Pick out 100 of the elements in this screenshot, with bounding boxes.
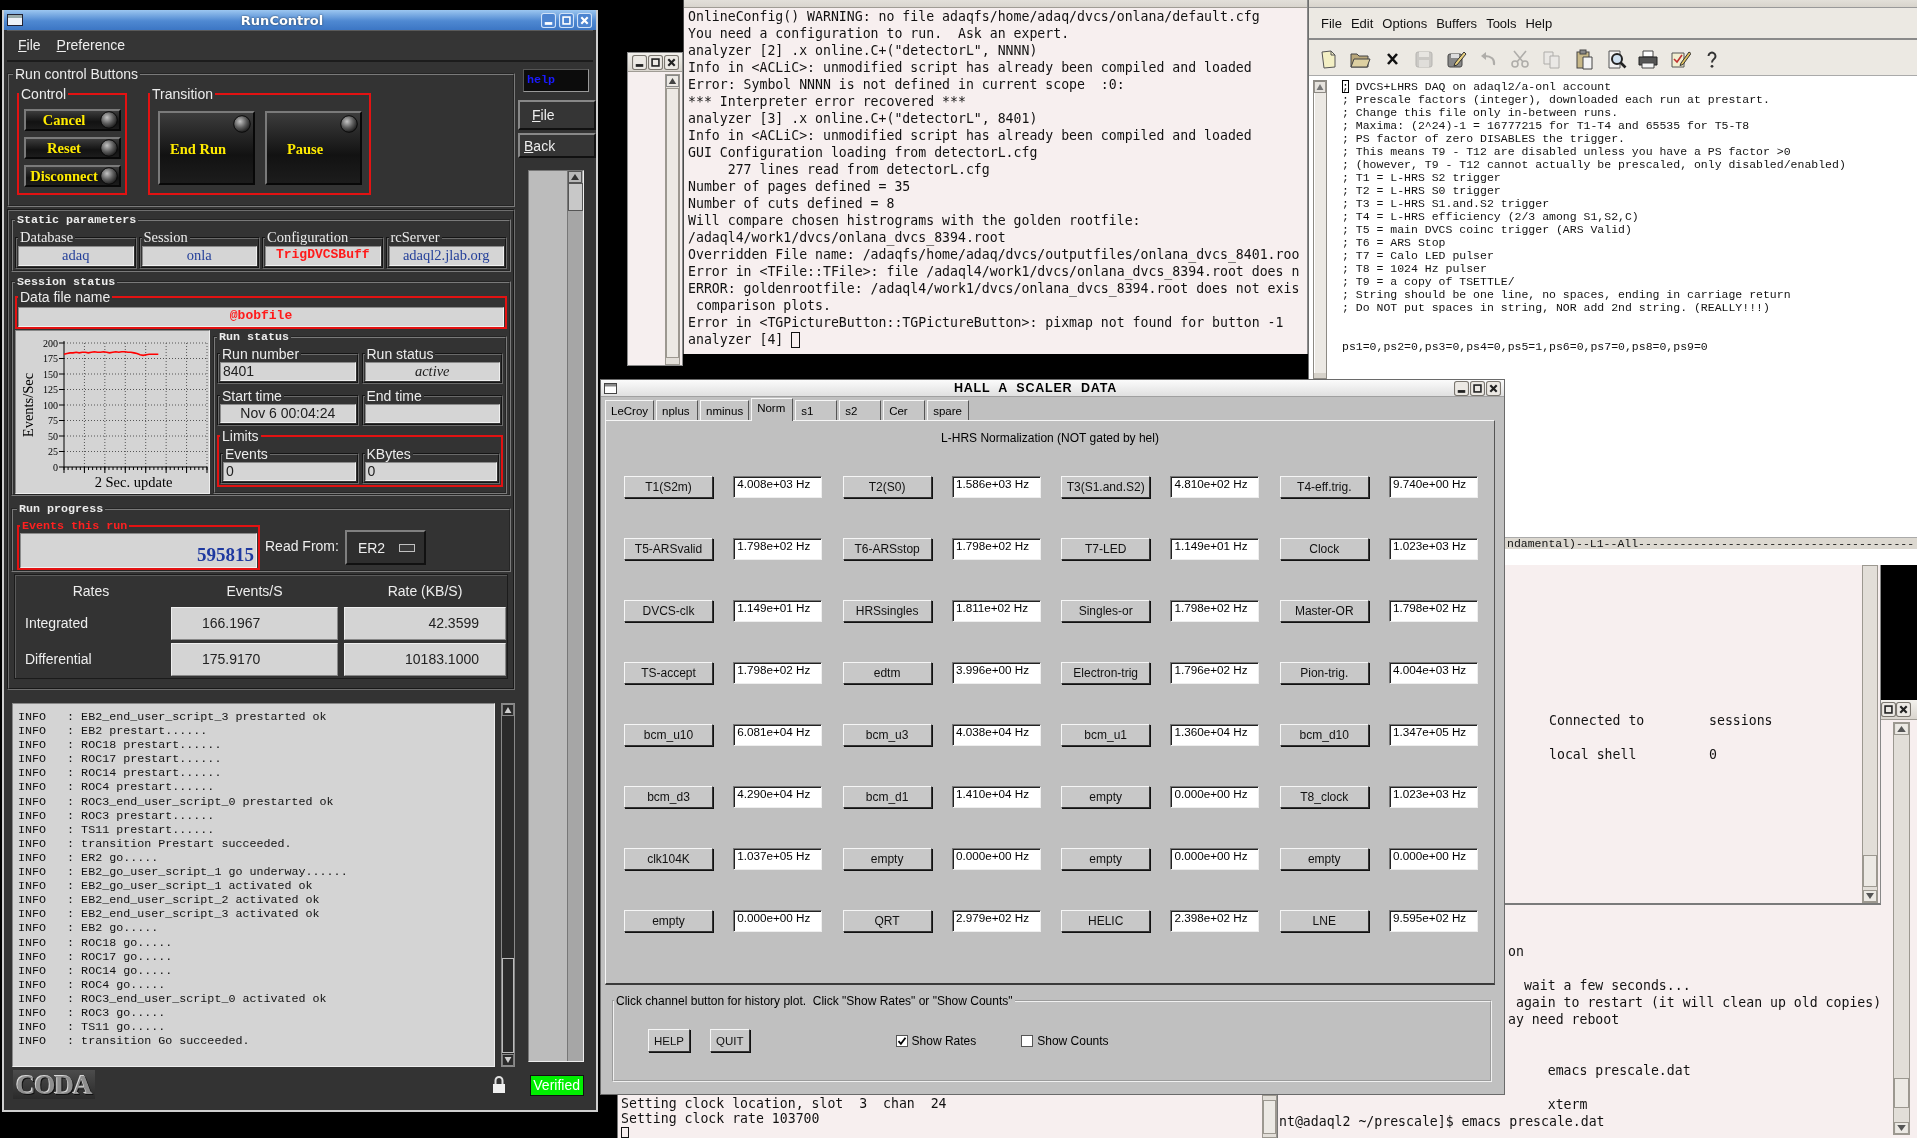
close-icon[interactable]	[664, 54, 679, 70]
menu-item[interactable]: Preference	[56, 37, 126, 53]
menu-item[interactable]: Tools	[1486, 15, 1517, 31]
footer-button[interactable]: HELP	[648, 1029, 691, 1052]
editor-line: ; T4 = L-HRS efficiency (2/3 among S1,S2,C)	[1342, 210, 1639, 223]
transition-button[interactable]: End Run	[158, 111, 255, 185]
channel-button[interactable]: DVCS-clk	[624, 600, 713, 622]
menu-item[interactable]: Options	[1382, 15, 1428, 31]
checkbox-label[interactable]: Show Rates	[911, 1033, 977, 1048]
scroll-down-icon[interactable]	[1863, 890, 1877, 902]
checkbox[interactable]	[895, 1034, 908, 1047]
channel-button[interactable]: T8_clock	[1279, 786, 1369, 808]
control-button[interactable]: Disconnect	[24, 165, 121, 187]
tab[interactable]: spare	[927, 400, 970, 420]
footer-button[interactable]: QUIT	[710, 1029, 750, 1052]
channel-button[interactable]: bcm_u3	[842, 724, 932, 746]
tab[interactable]: nplus	[656, 400, 699, 420]
minimize-icon[interactable]	[1454, 380, 1469, 396]
field-label: Database	[19, 229, 75, 246]
scroll-up-icon[interactable]	[568, 171, 582, 183]
channel-button[interactable]: clk104K	[624, 848, 713, 870]
channel-button[interactable]: bcm_u10	[624, 724, 713, 746]
search-icon[interactable]	[1605, 47, 1627, 70]
channel-button[interactable]: bcm_d10	[1279, 724, 1369, 746]
channel-button[interactable]: T4-eff.trig.	[1279, 476, 1369, 498]
tab[interactable]: s1	[795, 400, 838, 420]
channel-button[interactable]: empty	[1279, 848, 1369, 870]
channel-button[interactable]: edtm	[842, 662, 932, 684]
channel-button[interactable]: T6-ARSstop	[842, 538, 932, 560]
channel-button[interactable]: HRSsingles	[842, 600, 932, 622]
channel-button[interactable]: empty	[842, 848, 932, 870]
channel-button[interactable]: T5-ARSvalid	[624, 538, 713, 560]
channel-button[interactable]: T1(S2m)	[624, 476, 713, 498]
channel-button[interactable]: Master-OR	[1279, 600, 1369, 622]
tab[interactable]: Cer	[883, 400, 926, 420]
channel-button[interactable]: LNE	[1279, 910, 1369, 932]
terminal-line: 277 lines read from detectorL.cfg	[726, 161, 990, 178]
menu-item[interactable]: Edit	[1350, 15, 1374, 31]
channel-button[interactable]: TS-accept	[624, 662, 713, 684]
channel-button[interactable]: empty	[1061, 786, 1151, 808]
scroll-down-icon[interactable]	[502, 1054, 514, 1066]
scrollbar-thumb[interactable]	[568, 183, 583, 211]
channel-button[interactable]: QRT	[842, 910, 932, 932]
control-button[interactable]: Cancel	[24, 109, 121, 131]
channel-button[interactable]: T7-LED	[1061, 538, 1151, 560]
channel-button[interactable]: T3(S1.and.S2)	[1061, 476, 1151, 498]
source-dropdown[interactable]: ER2	[344, 530, 426, 565]
rate-field: 9.740e+00 Hz	[1389, 476, 1479, 498]
side-button[interactable]: Back	[518, 133, 596, 158]
maximize-icon[interactable]	[648, 54, 663, 70]
tab[interactable]: LeCroy	[605, 400, 655, 420]
scrollbar[interactable]	[665, 74, 680, 365]
channel-button[interactable]: Electron-trig	[1061, 662, 1151, 684]
maximize-icon[interactable]	[1881, 702, 1896, 717]
knob-icon	[233, 115, 251, 133]
close-icon[interactable]	[1486, 380, 1501, 396]
channel-button[interactable]: empty	[1061, 848, 1151, 870]
checkbox[interactable]	[1021, 1034, 1034, 1047]
window-menu-icon[interactable]	[7, 14, 23, 26]
editor-line: ; This means T9 - T12 are disabled unless you have a PS factor >0	[1342, 145, 1791, 158]
menu-item[interactable]: File	[1321, 15, 1342, 31]
channel-button[interactable]: bcm_u1	[1061, 724, 1151, 746]
scroll-up-icon[interactable]	[1894, 723, 1909, 735]
close-icon[interactable]	[1896, 702, 1911, 717]
tab[interactable]: nminus	[700, 400, 750, 420]
transition-button[interactable]: Pause	[265, 111, 362, 185]
menu-item[interactable]: File	[18, 37, 41, 53]
channel-button[interactable]: Pion-trig.	[1279, 662, 1369, 684]
maximize-icon[interactable]	[1470, 380, 1485, 396]
scrollbar[interactable]	[1893, 722, 1910, 1135]
scrollbar[interactable]	[1262, 1095, 1277, 1138]
side-button[interactable]: File	[518, 100, 596, 130]
checkbox-label[interactable]: Show Counts	[1037, 1033, 1109, 1048]
clipboard-icon[interactable]	[1573, 47, 1595, 70]
printer-icon[interactable]	[1637, 47, 1659, 70]
scrollbar[interactable]	[567, 171, 583, 1061]
menu-item[interactable]: Buffers	[1436, 15, 1478, 31]
scrollbar[interactable]	[501, 703, 515, 1067]
scrollbar-thumb[interactable]	[1263, 1100, 1276, 1134]
channel-button[interactable]: T2(S0)	[842, 476, 932, 498]
control-button[interactable]: Reset	[24, 137, 121, 159]
tab[interactable]: s2	[839, 400, 882, 420]
channel-button[interactable]: bcm_d3	[624, 786, 713, 808]
tab[interactable]: Norm	[751, 398, 794, 421]
scrollbar[interactable]	[1862, 565, 1878, 903]
menu-item[interactable]: Help	[1525, 15, 1553, 31]
channel-button[interactable]: bcm_d1	[842, 786, 932, 808]
terminal-line: Will compare chosen histrograms with the golden rootfile:	[688, 212, 1141, 229]
scrollbar-thumb[interactable]	[1894, 1078, 1909, 1108]
scroll-down-icon[interactable]	[1894, 1122, 1909, 1134]
scrollbar-thumb[interactable]	[1863, 855, 1877, 887]
window-menu-icon[interactable]	[604, 382, 617, 394]
value-field: TrigDVCSBuff	[265, 246, 381, 266]
scroll-up-icon[interactable]	[502, 704, 514, 716]
channel-button[interactable]: HELIC	[1061, 910, 1151, 932]
scroll-up-icon[interactable]	[666, 75, 679, 87]
channel-button[interactable]: empty	[624, 910, 713, 932]
channel-button[interactable]: Clock	[1279, 538, 1369, 560]
channel-button[interactable]: Singles-or	[1061, 600, 1151, 622]
minimize-icon[interactable]	[632, 54, 647, 70]
